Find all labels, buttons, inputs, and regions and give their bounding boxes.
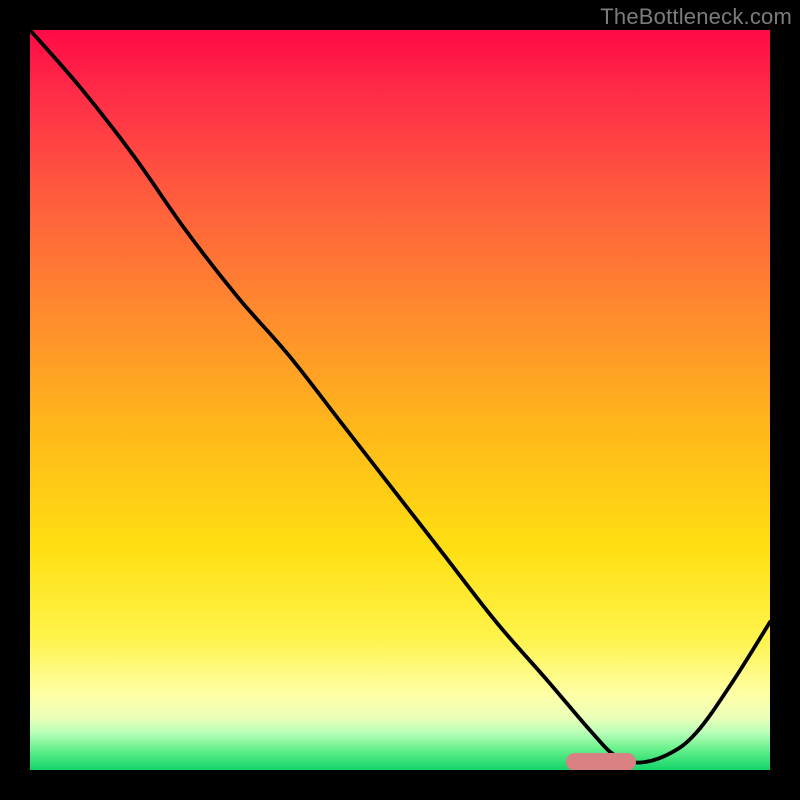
chart-frame [0, 0, 800, 800]
